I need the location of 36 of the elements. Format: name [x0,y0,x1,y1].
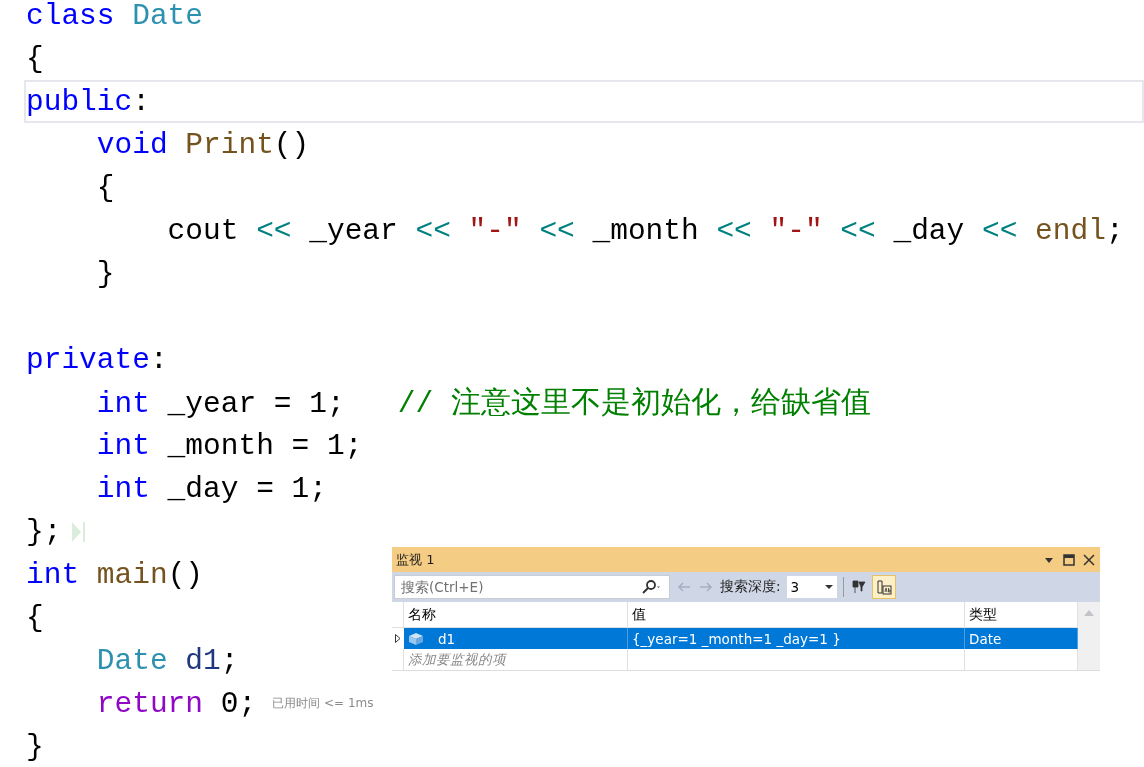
table-cell: Date [965,628,1078,649]
code-line: } [26,729,44,764]
code-line: private: [26,342,168,377]
code-line: int main() [26,557,204,592]
search-icon[interactable] [641,579,657,595]
code-line: public: [26,84,150,119]
depth-dropdown[interactable]: 3 [786,576,837,598]
search-box[interactable]: 搜索(Ctrl+E) [394,575,670,599]
close-icon[interactable] [1082,552,1096,567]
code-line: int _day = 1; [95,471,327,506]
caret-icon [824,583,833,591]
table-cell: {_year=1 _month=1 _day=1 } [628,628,965,649]
elapsed-time-hint: 已用时间 <= 1ms [272,695,374,712]
code-line: }; [26,514,62,549]
code-line: { [26,41,44,76]
hex-toggle[interactable] [871,575,896,599]
search-input[interactable]: 搜索(Ctrl+E) [399,578,641,596]
code-line: int _year = 1; // 注意这里不是初始化，给缺省值 [95,385,871,423]
scrollbar[interactable] [1078,602,1100,670]
code-line: cout << _year << "-" << _month << "-" << _day << endl; [166,213,1124,248]
code-line: Date d1; [95,643,239,678]
table-row-name[interactable]: d1 [404,628,628,649]
code-line: } [95,256,115,291]
code-line: void Print() [95,127,310,162]
code-line: int _month = 1; [95,428,363,463]
window-title: 监视 1 [396,550,436,569]
pin-filter-icon[interactable] [849,579,866,595]
maximize-icon[interactable] [1062,552,1076,567]
object-icon [408,631,424,646]
expand-icon[interactable] [395,634,401,643]
code-line: class Date [26,0,204,33]
code-line: { [95,170,115,205]
code-line: { [26,600,44,635]
add-watch-placeholder[interactable]: 添加要监视的项 [404,649,628,670]
code-line: return 0; [95,686,257,721]
depth-label: 搜索深度: [720,578,781,596]
